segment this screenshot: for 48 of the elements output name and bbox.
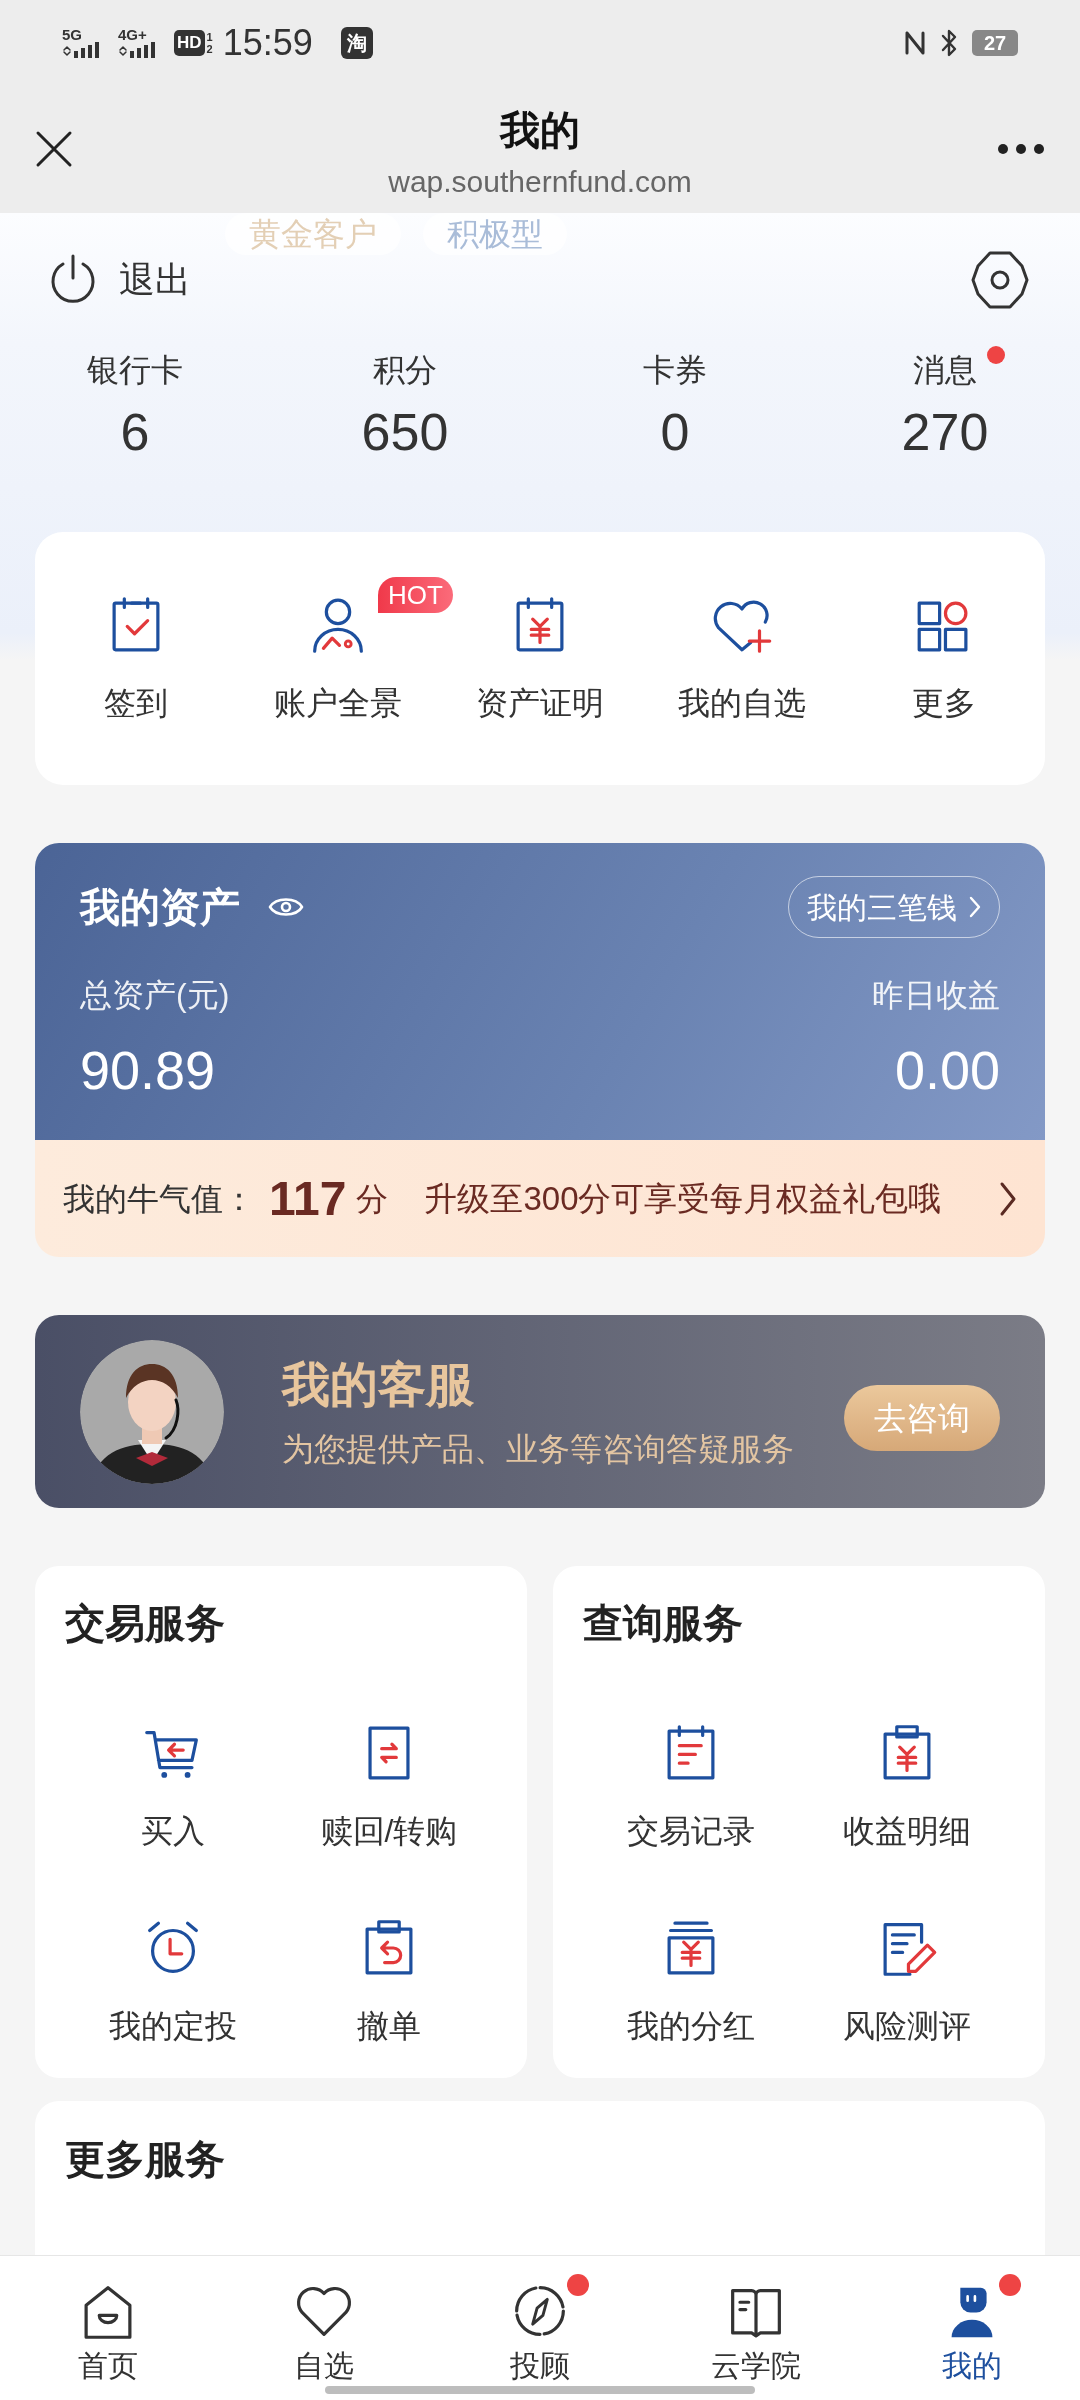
sim-slot-label: 2 [206,42,213,55]
hot-badge: HOT [378,577,453,613]
chevron-right-icon [969,896,981,918]
service-item[interactable]: 交易记录 [583,1718,799,1852]
stat-item[interactable]: 卡券 0 [540,340,810,532]
service-description: 为您提供产品、业务等咨询答疑服务 [282,1429,794,1469]
service-item[interactable]: 风险测评 [799,1913,1015,2047]
service-item[interactable]: 收益明细 [799,1718,1015,1852]
asset-title: 我的资产 [80,884,240,931]
stat-item[interactable]: 积分 650 [270,340,540,532]
bluetooth-icon [940,27,958,58]
service-item[interactable]: 撤单 [281,1913,497,2047]
page-title: 我的 [500,107,580,154]
shortcut-item[interactable]: 签到 [101,590,171,723]
stat-item[interactable]: 消息 270 [810,340,1080,532]
total-assets-label: 总资产(元) [80,976,230,1015]
hd-badge: HD [174,29,205,56]
nav-tab[interactable]: 首页 [0,2256,216,2400]
nav-tab[interactable]: 云学院 [648,2256,864,2400]
service-item[interactable]: 买入 [65,1718,281,1852]
page-url: wap.southernfund.com [388,164,692,200]
shortcut-item[interactable]: 资产证明 [476,590,604,723]
bull-score-banner[interactable]: 我的牛气值： 117 分 升级至300分可享受每月权益礼包哦 [35,1140,1045,1257]
service-title: 我的客服 [282,1356,475,1413]
panel-title: 查询服务 [583,1600,744,1648]
shortcut-item[interactable]: 我的自选 [678,590,806,723]
service-item[interactable]: 赎回/转购 [281,1718,497,1852]
panel-title: 交易服务 [65,1600,226,1648]
service-item[interactable]: 我的定投 [65,1913,281,2047]
yesterday-earnings-label: 昨日收益 [872,976,1000,1015]
close-icon [35,130,73,168]
section-title: 更多服务 [65,2137,226,2182]
nav-tab[interactable]: 自选 [216,2256,432,2400]
stat-item[interactable]: 银行卡 6 [0,340,270,532]
nav-tab[interactable]: 我的 [864,2256,1080,2400]
battery-icon: 27 [972,29,1018,56]
chevron-right-icon [999,1180,1017,1217]
network-label: 4G+ [118,27,147,42]
yesterday-earnings-value: 0.00 [894,1040,1000,1100]
service-item[interactable]: 我的分红 [583,1913,799,2047]
network-label: 5G [62,27,82,42]
total-assets-value: 90.89 [80,1040,216,1100]
clock-time: 15:59 [222,20,313,65]
sim-slot-label: 1 [206,30,213,43]
shortcut-item[interactable]: 更多 [909,590,979,723]
app-notification-icon: 淘 [340,26,373,59]
more-icon [997,143,1045,155]
logout-button[interactable]: 退出 [45,252,191,308]
